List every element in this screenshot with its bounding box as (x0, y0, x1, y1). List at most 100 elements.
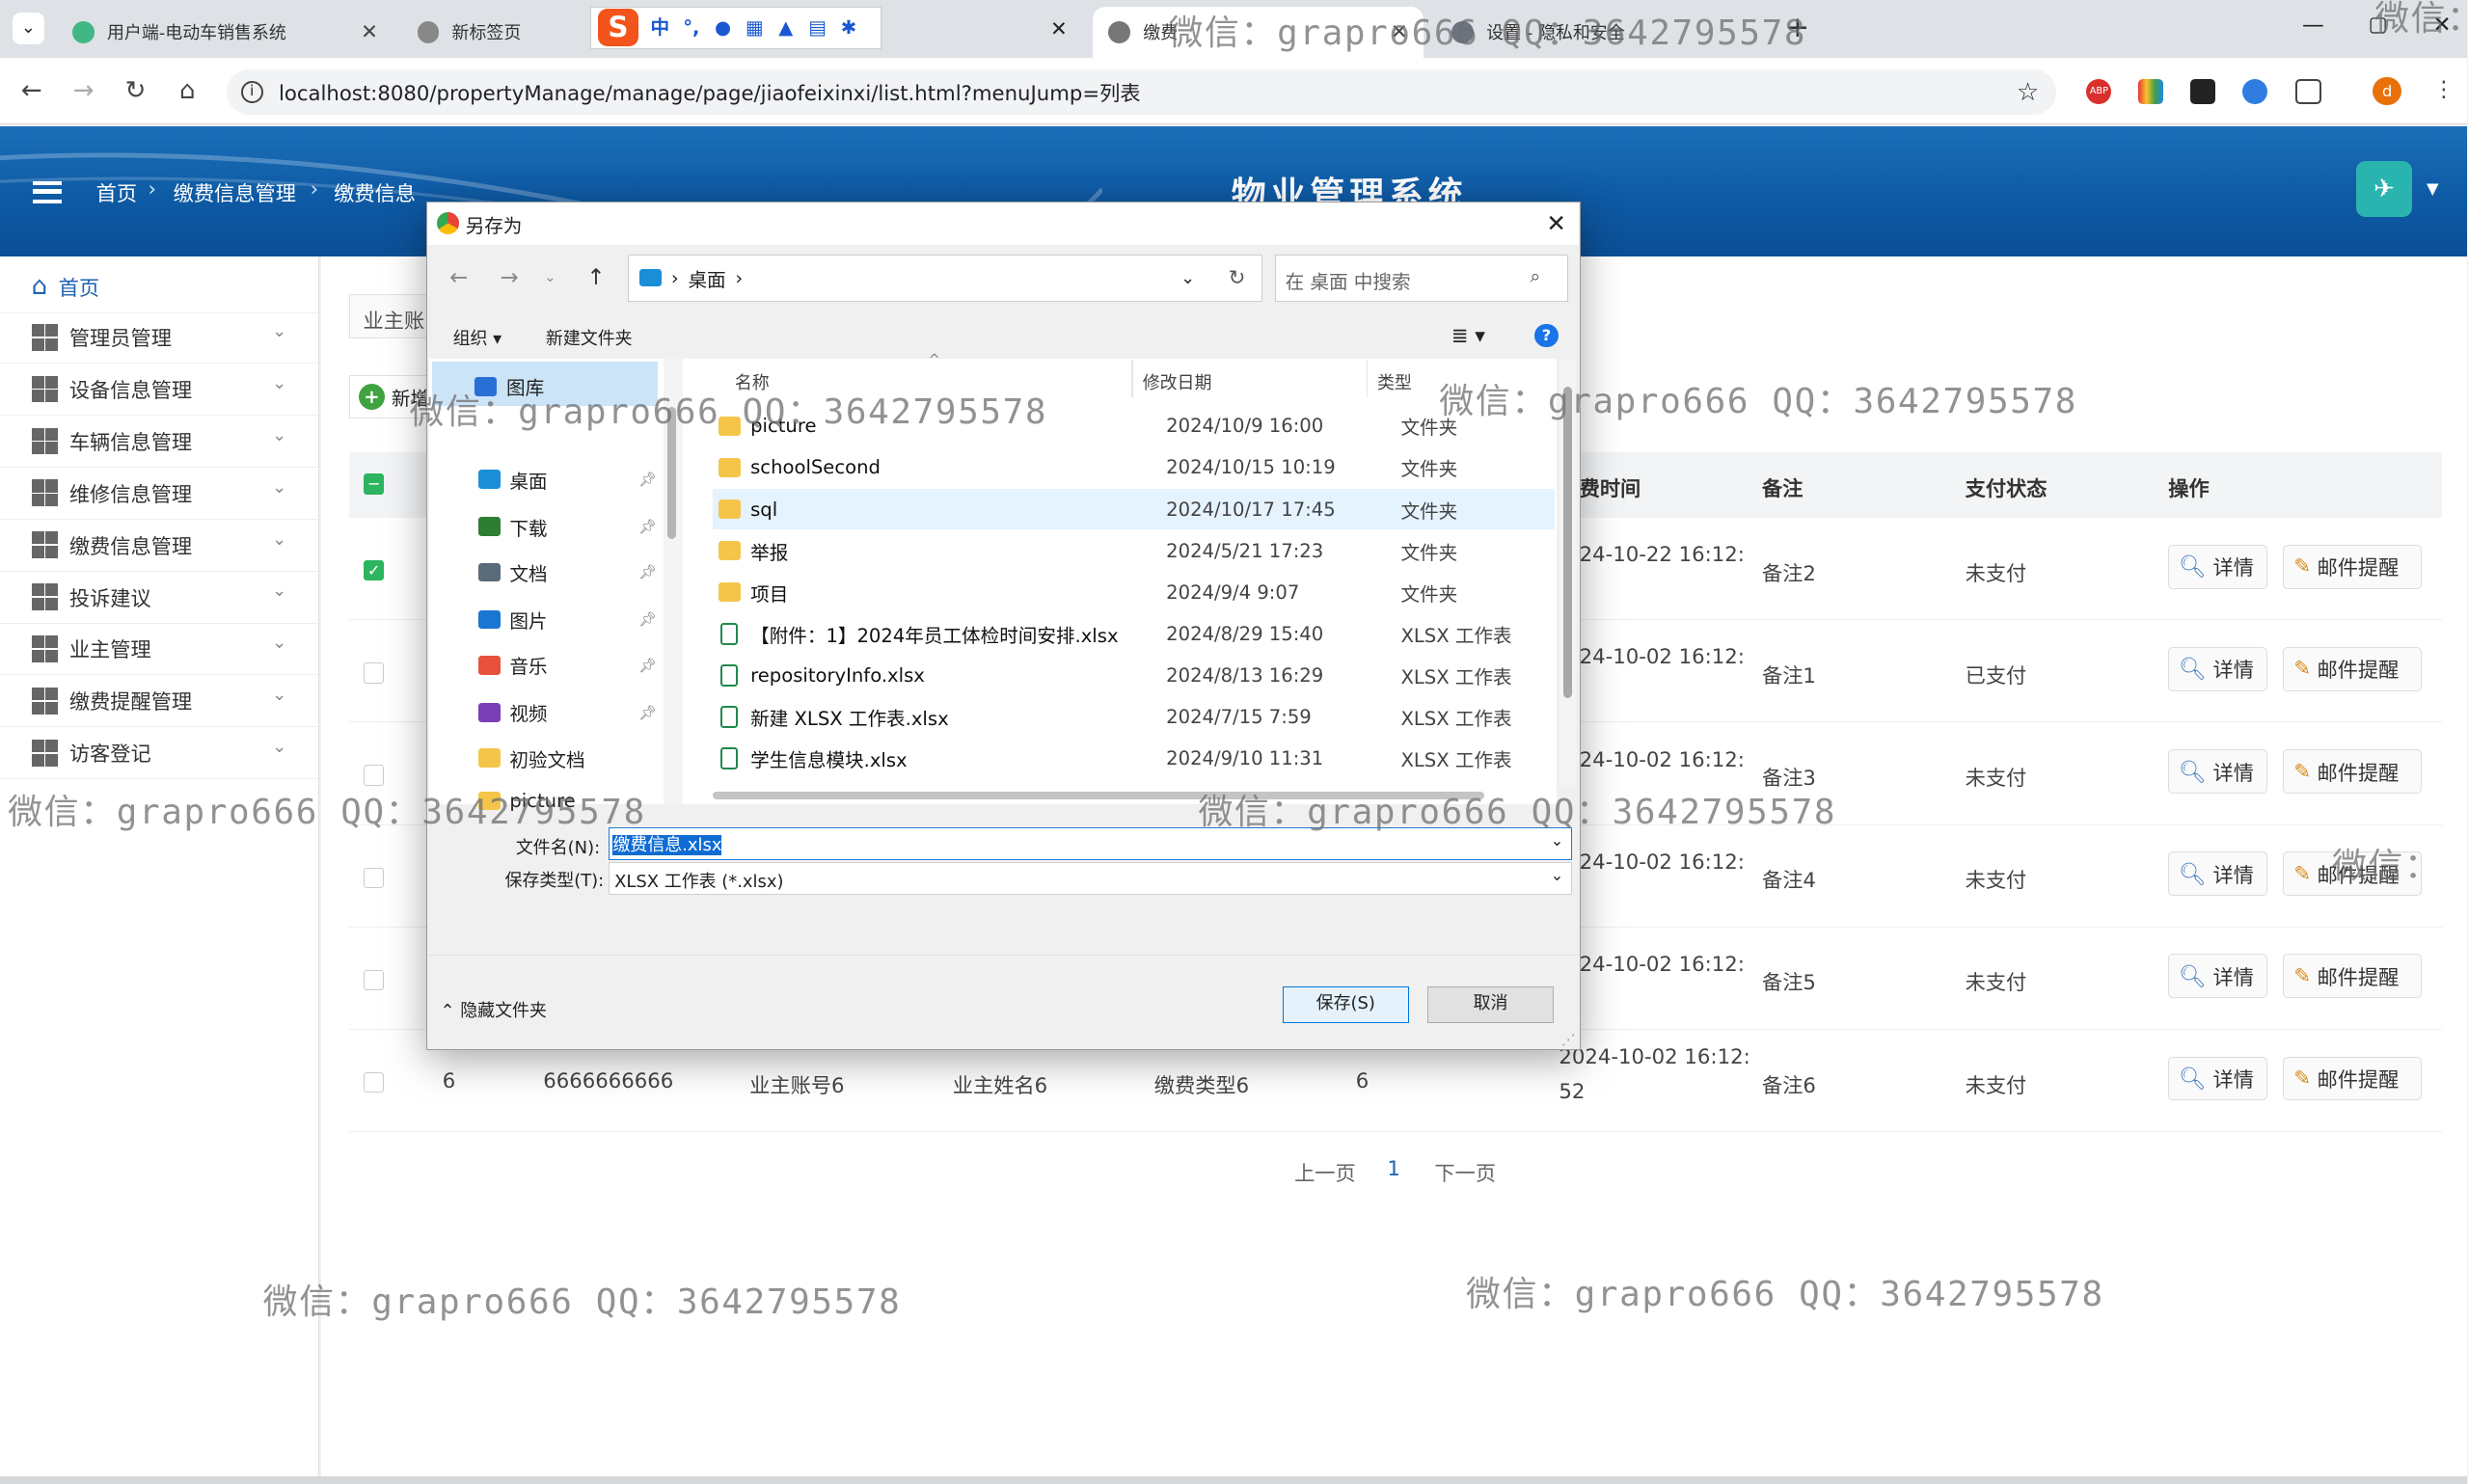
file-row[interactable]: 【附件：1】2024年员工体检时间安排.xlsx 2024/8/29 15:40 X… (713, 613, 1555, 654)
bookmark-star-icon[interactable]: ☆ (2017, 78, 2039, 107)
home-icon[interactable]: ⌂ (172, 75, 203, 107)
more-menu-icon[interactable]: ⋮ (2433, 77, 2455, 102)
column-header-date[interactable]: 修改日期 (1143, 369, 1212, 394)
microphone-icon[interactable]: ● (713, 17, 733, 38)
path-field[interactable]: › 桌面 › ⌄ ↻ (627, 254, 1262, 302)
file-row[interactable]: 新建 XLSX 工作表.xlsx 2024/7/15 7:59 XLSX 工作表 (713, 696, 1555, 737)
skin-icon[interactable]: ▲ (775, 17, 796, 38)
column-header-type[interactable]: 类型 (1377, 369, 1412, 394)
forward-arrow-icon[interactable]: → (501, 265, 519, 290)
tab-item-2[interactable]: 新标签页 (401, 7, 590, 59)
search-desktop-input[interactable]: 在 桌面 中搜索 (1274, 254, 1568, 302)
resize-grip-icon[interactable]: ⋰ (1561, 1032, 1576, 1048)
nav-item[interactable]: 音乐 📌︎ (477, 651, 715, 679)
row-checkbox[interactable] (364, 867, 385, 888)
chevron-down-icon[interactable]: ⌄ (1180, 268, 1195, 288)
email-reminder-button[interactable]: ✎ 邮件提醒 (2283, 647, 2423, 691)
user-avatar[interactable]: ✈ (2355, 160, 2413, 218)
sidebar-item[interactable]: 访客登记 ⌄ (0, 727, 318, 780)
email-reminder-button[interactable]: ✎ 邮件提醒 (2283, 544, 2423, 589)
tab-item-1[interactable]: 用户端-电动车销售系统 ✕ (57, 7, 393, 59)
row-checkbox[interactable]: ✓ (364, 560, 385, 581)
detail-button[interactable]: 🔍︎ 详情 (2168, 544, 2268, 589)
close-icon[interactable]: ✕ (361, 20, 378, 44)
minimize-icon[interactable]: — (2302, 13, 2324, 38)
chevron-down-icon[interactable]: ▼ (2427, 179, 2439, 198)
url-field[interactable]: i localhost:8080/propertyManage/manage/p… (227, 68, 2057, 116)
punctuation-icon[interactable]: °, (681, 17, 701, 38)
sidebar-item[interactable]: 缴费提醒管理 ⌄ (0, 675, 318, 728)
close-icon[interactable]: ✕ (1050, 17, 1068, 41)
filetype-select[interactable]: XLSX 工作表 (*.xlsx) ⌄ (609, 862, 1573, 896)
help-icon[interactable]: ? (1534, 323, 1559, 348)
info-icon[interactable]: i (240, 81, 263, 103)
view-options-icon[interactable]: ≣ ▾ (1451, 324, 1485, 348)
nav-item[interactable]: 视频 📌︎ (477, 698, 715, 726)
back-arrow-icon[interactable]: ← (15, 75, 47, 107)
nav-item[interactable]: 下载 📌︎ (477, 513, 715, 541)
chevron-down-icon[interactable]: ⌄ (1551, 866, 1564, 884)
cloud-extension-icon[interactable] (2241, 78, 2268, 104)
hamburger-menu-icon[interactable] (33, 180, 62, 203)
file-row[interactable]: sql 2024/10/17 17:45 文件夹 (712, 488, 1556, 530)
recent-locations-chevron-icon[interactable]: ⌄ (544, 269, 556, 285)
email-reminder-button[interactable]: ✎ 邮件提醒 (2283, 749, 2423, 794)
breadcrumb-fee-management[interactable]: 缴费信息管理 (174, 177, 296, 207)
save-button[interactable]: 保存(S) (1283, 986, 1409, 1023)
reload-icon[interactable]: ↻ (120, 75, 151, 107)
detail-button[interactable]: 🔍︎ 详情 (2168, 749, 2268, 794)
new-folder-button[interactable]: 新建文件夹 (546, 325, 633, 350)
select-all-checkbox[interactable]: − (364, 473, 385, 495)
forward-arrow-icon[interactable]: → (68, 75, 99, 107)
breadcrumb-home[interactable]: 首页 (96, 177, 137, 207)
nav-item[interactable]: 图片 📌︎ (477, 606, 715, 634)
file-row[interactable]: repositoryInfo.xlsx 2024/8/13 16:29 XLSX 工… (713, 655, 1555, 695)
sidebar-item[interactable]: 投诉建议 ⌄ (0, 572, 318, 624)
sidebar-item[interactable]: 维修信息管理 ⌄ (0, 468, 318, 520)
organize-menu[interactable]: 组织 ▾ (453, 325, 502, 350)
row-checkbox[interactable] (364, 765, 385, 786)
refresh-icon[interactable]: ↻ (1229, 266, 1246, 290)
grid-icon[interactable]: ▤ (807, 17, 827, 38)
keyboard-icon[interactable]: ▦ (745, 17, 765, 38)
color-extension-icon[interactable] (2138, 78, 2164, 104)
email-reminder-button[interactable]: ✎ 邮件提醒 (2283, 954, 2423, 999)
sidebar-item[interactable]: 车辆信息管理 ⌄ (0, 416, 318, 468)
sidebar-item-home[interactable]: ⌂ 首页 (0, 261, 318, 313)
file-row[interactable]: 项目 2024/9/4 9:07 文件夹 (713, 572, 1555, 612)
nav-item[interactable]: 文档 📌︎ (477, 558, 715, 586)
row-checkbox[interactable] (364, 662, 385, 684)
detail-button[interactable]: 🔍︎ 详情 (2168, 954, 2268, 999)
file-row[interactable]: schoolSecond 2024/10/15 10:19 文件夹 (713, 447, 1555, 488)
sidebar-item[interactable]: 设备信息管理 ⌄ (0, 364, 318, 417)
chevron-down-icon[interactable]: ⌄ (1551, 831, 1564, 850)
sidebar-item[interactable]: 业主管理 ⌄ (0, 624, 318, 676)
file-list-scroll-thumb[interactable] (1562, 387, 1573, 699)
file-row[interactable]: 学生信息模块.xlsx 2024/9/10 11:31 XLSX 工作表 (713, 738, 1555, 778)
email-reminder-button[interactable]: ✎ 邮件提醒 (2283, 1056, 2423, 1101)
sidebar-item[interactable]: 缴费信息管理 ⌄ (0, 520, 318, 572)
row-checkbox[interactable] (364, 1071, 385, 1093)
ime-toolbar[interactable]: S 中 °, ● ▦ ▲ ▤ ✱ (590, 6, 882, 49)
up-arrow-icon[interactable]: ↑ (586, 265, 605, 290)
row-checkbox[interactable] (364, 969, 385, 990)
pagination-prev[interactable]: 上一页 (1294, 1157, 1356, 1187)
cancel-button[interactable]: 取消 (1427, 986, 1554, 1023)
profile-avatar[interactable]: d (2373, 76, 2401, 106)
search-icon[interactable]: ⌕ (1530, 265, 1540, 287)
sidebar-item[interactable]: 管理员管理 ⌄ (0, 311, 318, 364)
pagination-next[interactable]: 下一页 (1434, 1157, 1496, 1187)
file-row[interactable]: 举报 2024/5/21 17:23 文件夹 (713, 530, 1555, 571)
close-icon[interactable]: ✕ (1546, 209, 1566, 237)
puzzle-icon[interactable] (2295, 78, 2321, 104)
adblock-icon[interactable]: ABP (2086, 78, 2112, 104)
detail-button[interactable]: 🔍︎ 详情 (2168, 1056, 2268, 1101)
nav-item[interactable]: 桌面 📌︎ (477, 466, 715, 494)
tab-search-button[interactable]: ⌄ (13, 13, 44, 44)
pagination-current-page[interactable]: 1 (1387, 1157, 1400, 1181)
chinese-mode-icon[interactable]: 中 (650, 17, 670, 38)
detail-button[interactable]: 🔍︎ 详情 (2168, 647, 2268, 691)
settings-icon[interactable]: ✱ (838, 17, 858, 38)
back-arrow-icon[interactable]: ← (449, 265, 468, 290)
detail-button[interactable]: 🔍︎ 详情 (2168, 851, 2268, 896)
